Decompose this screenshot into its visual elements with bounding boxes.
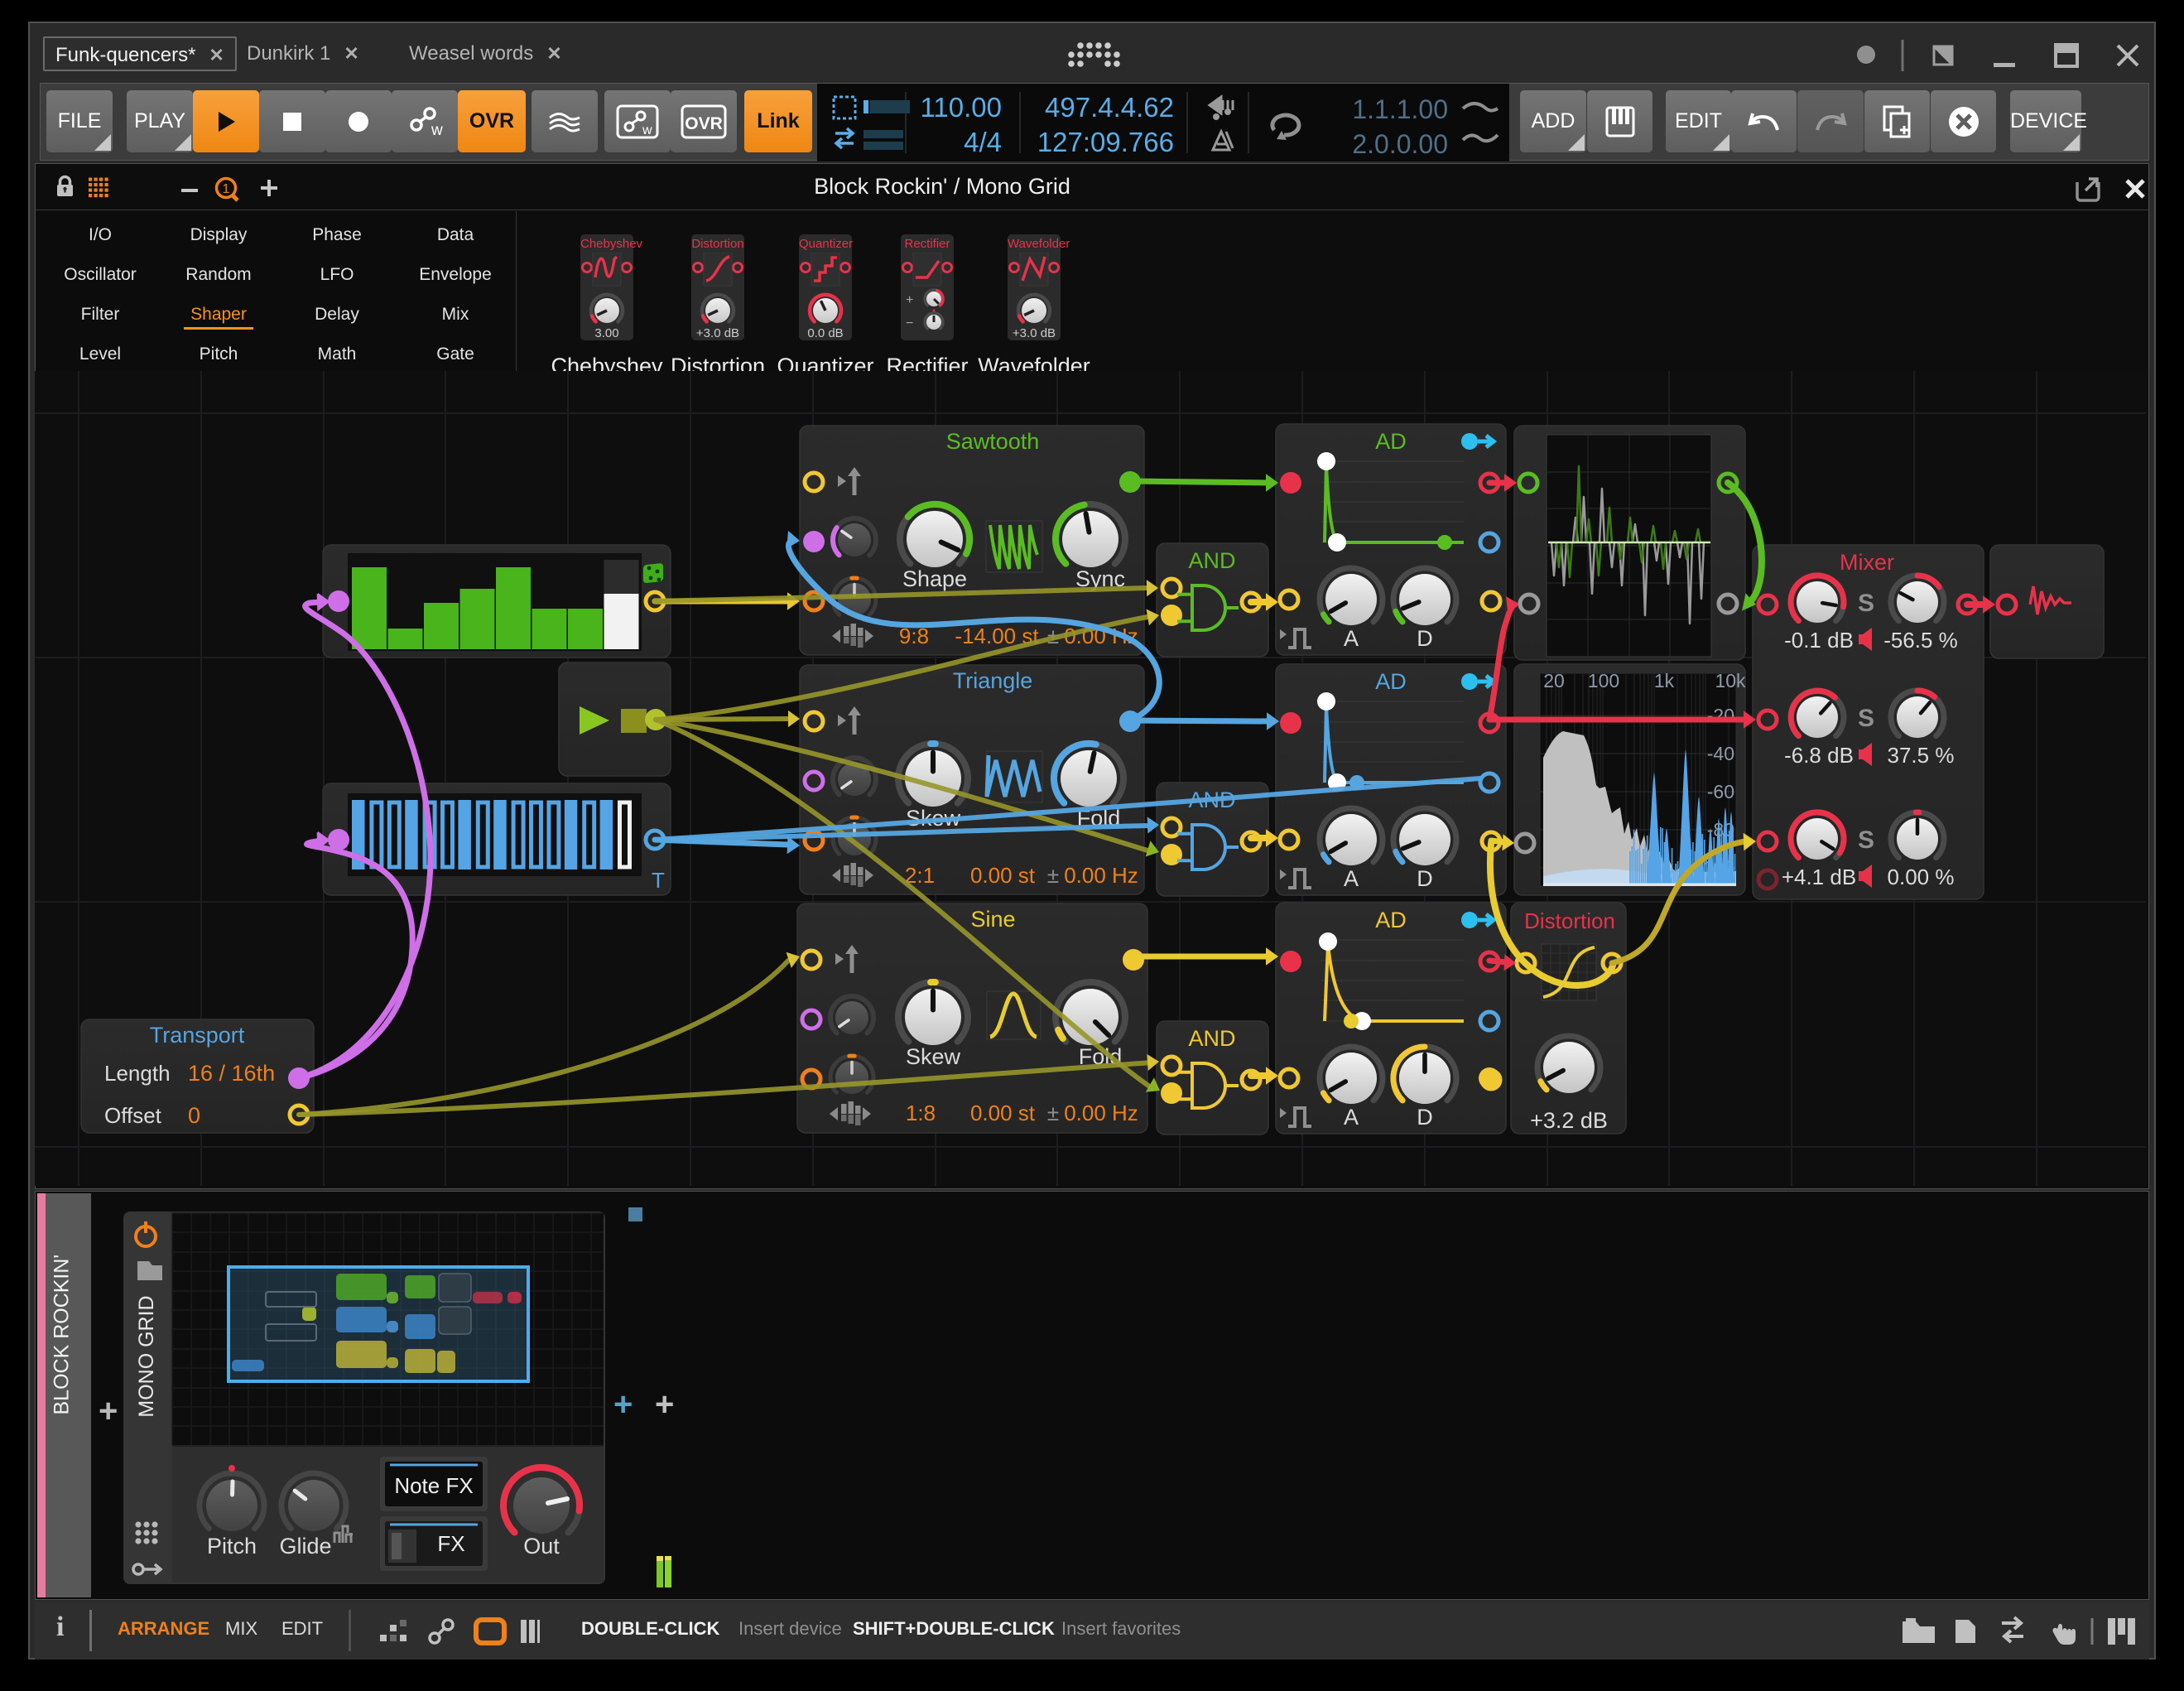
- svg-text:0.00 Hz: 0.00 Hz: [1064, 863, 1138, 888]
- svg-text:+4.1 dB: +4.1 dB: [1782, 865, 1856, 889]
- svg-text:±: ±: [1047, 1101, 1059, 1125]
- svg-text:20: 20: [1543, 670, 1565, 691]
- svg-text:100: 100: [1588, 670, 1619, 691]
- svg-text:A: A: [1344, 626, 1359, 651]
- svg-text:w: w: [431, 122, 443, 138]
- svg-text:Triangle: Triangle: [953, 668, 1033, 693]
- svg-text:Glide: Glide: [279, 1534, 331, 1559]
- svg-text:Sawtooth: Sawtooth: [946, 429, 1040, 454]
- svg-text:37.5 %: 37.5 %: [1888, 743, 1955, 768]
- svg-text:Out: Out: [523, 1534, 560, 1559]
- svg-text:-56.5 %: -56.5 %: [1883, 628, 1958, 653]
- svg-text:S: S: [1858, 705, 1874, 732]
- svg-text:Pitch: Pitch: [207, 1534, 257, 1559]
- svg-text:AND: AND: [1188, 548, 1235, 573]
- svg-text:±: ±: [1047, 863, 1059, 888]
- svg-text:-60: -60: [1707, 781, 1734, 802]
- svg-text:3.00: 3.00: [594, 326, 618, 340]
- svg-text:T: T: [652, 868, 665, 893]
- svg-text:10k: 10k: [1715, 670, 1746, 691]
- svg-text:0.0 dB: 0.0 dB: [807, 326, 843, 340]
- svg-text:0.00 %: 0.00 %: [1888, 865, 1955, 889]
- svg-text:-40: -40: [1707, 743, 1734, 764]
- svg-text:AD: AD: [1375, 908, 1407, 932]
- svg-text:OVR: OVR: [685, 114, 723, 133]
- svg-text:Sine: Sine: [970, 907, 1015, 932]
- svg-text:Note FX: Note FX: [394, 1473, 473, 1498]
- svg-text:D: D: [1417, 1105, 1433, 1130]
- svg-text:-6.8 dB: -6.8 dB: [1784, 743, 1854, 768]
- svg-text:+3.0 dB: +3.0 dB: [1013, 326, 1056, 340]
- svg-text:S: S: [1858, 590, 1874, 617]
- svg-text:FX: FX: [437, 1531, 464, 1556]
- svg-text:S: S: [1858, 826, 1874, 854]
- svg-text:16 / 16th: 16 / 16th: [188, 1061, 275, 1086]
- svg-text:Shape: Shape: [902, 566, 967, 591]
- svg-text:-20: -20: [1707, 705, 1734, 726]
- svg-text:0: 0: [188, 1103, 200, 1128]
- svg-text:1k: 1k: [1654, 670, 1675, 691]
- svg-text:Distortion: Distortion: [1524, 908, 1615, 933]
- svg-text:D: D: [1417, 626, 1433, 651]
- svg-text:+: +: [906, 293, 913, 307]
- svg-text:w: w: [642, 123, 652, 137]
- svg-text:Length: Length: [104, 1061, 171, 1086]
- svg-text:1: 1: [223, 182, 230, 196]
- svg-text:A: A: [1344, 1105, 1359, 1130]
- svg-text:+3.0 dB: +3.0 dB: [696, 326, 739, 340]
- svg-text:A: A: [1344, 866, 1359, 891]
- svg-text:0.00 Hz: 0.00 Hz: [1064, 1101, 1138, 1125]
- svg-text:D: D: [1417, 866, 1433, 891]
- svg-text:+3.2 dB: +3.2 dB: [1530, 1108, 1608, 1133]
- svg-text:Transport: Transport: [150, 1023, 245, 1048]
- svg-text:AD: AD: [1375, 429, 1407, 454]
- svg-text:−: −: [906, 316, 913, 330]
- svg-text:0.00 st: 0.00 st: [970, 1101, 1036, 1125]
- svg-text:Skew: Skew: [906, 1044, 961, 1069]
- svg-text:Mixer: Mixer: [1840, 550, 1894, 575]
- svg-text:Offset: Offset: [104, 1103, 162, 1128]
- svg-text:MONO GRID: MONO GRID: [135, 1295, 158, 1417]
- svg-text:1:8: 1:8: [906, 1101, 936, 1125]
- svg-text:AD: AD: [1375, 669, 1407, 694]
- svg-text:AND: AND: [1188, 1026, 1235, 1051]
- svg-text:-0.1 dB: -0.1 dB: [1784, 628, 1854, 653]
- svg-text:0.00 st: 0.00 st: [970, 863, 1036, 888]
